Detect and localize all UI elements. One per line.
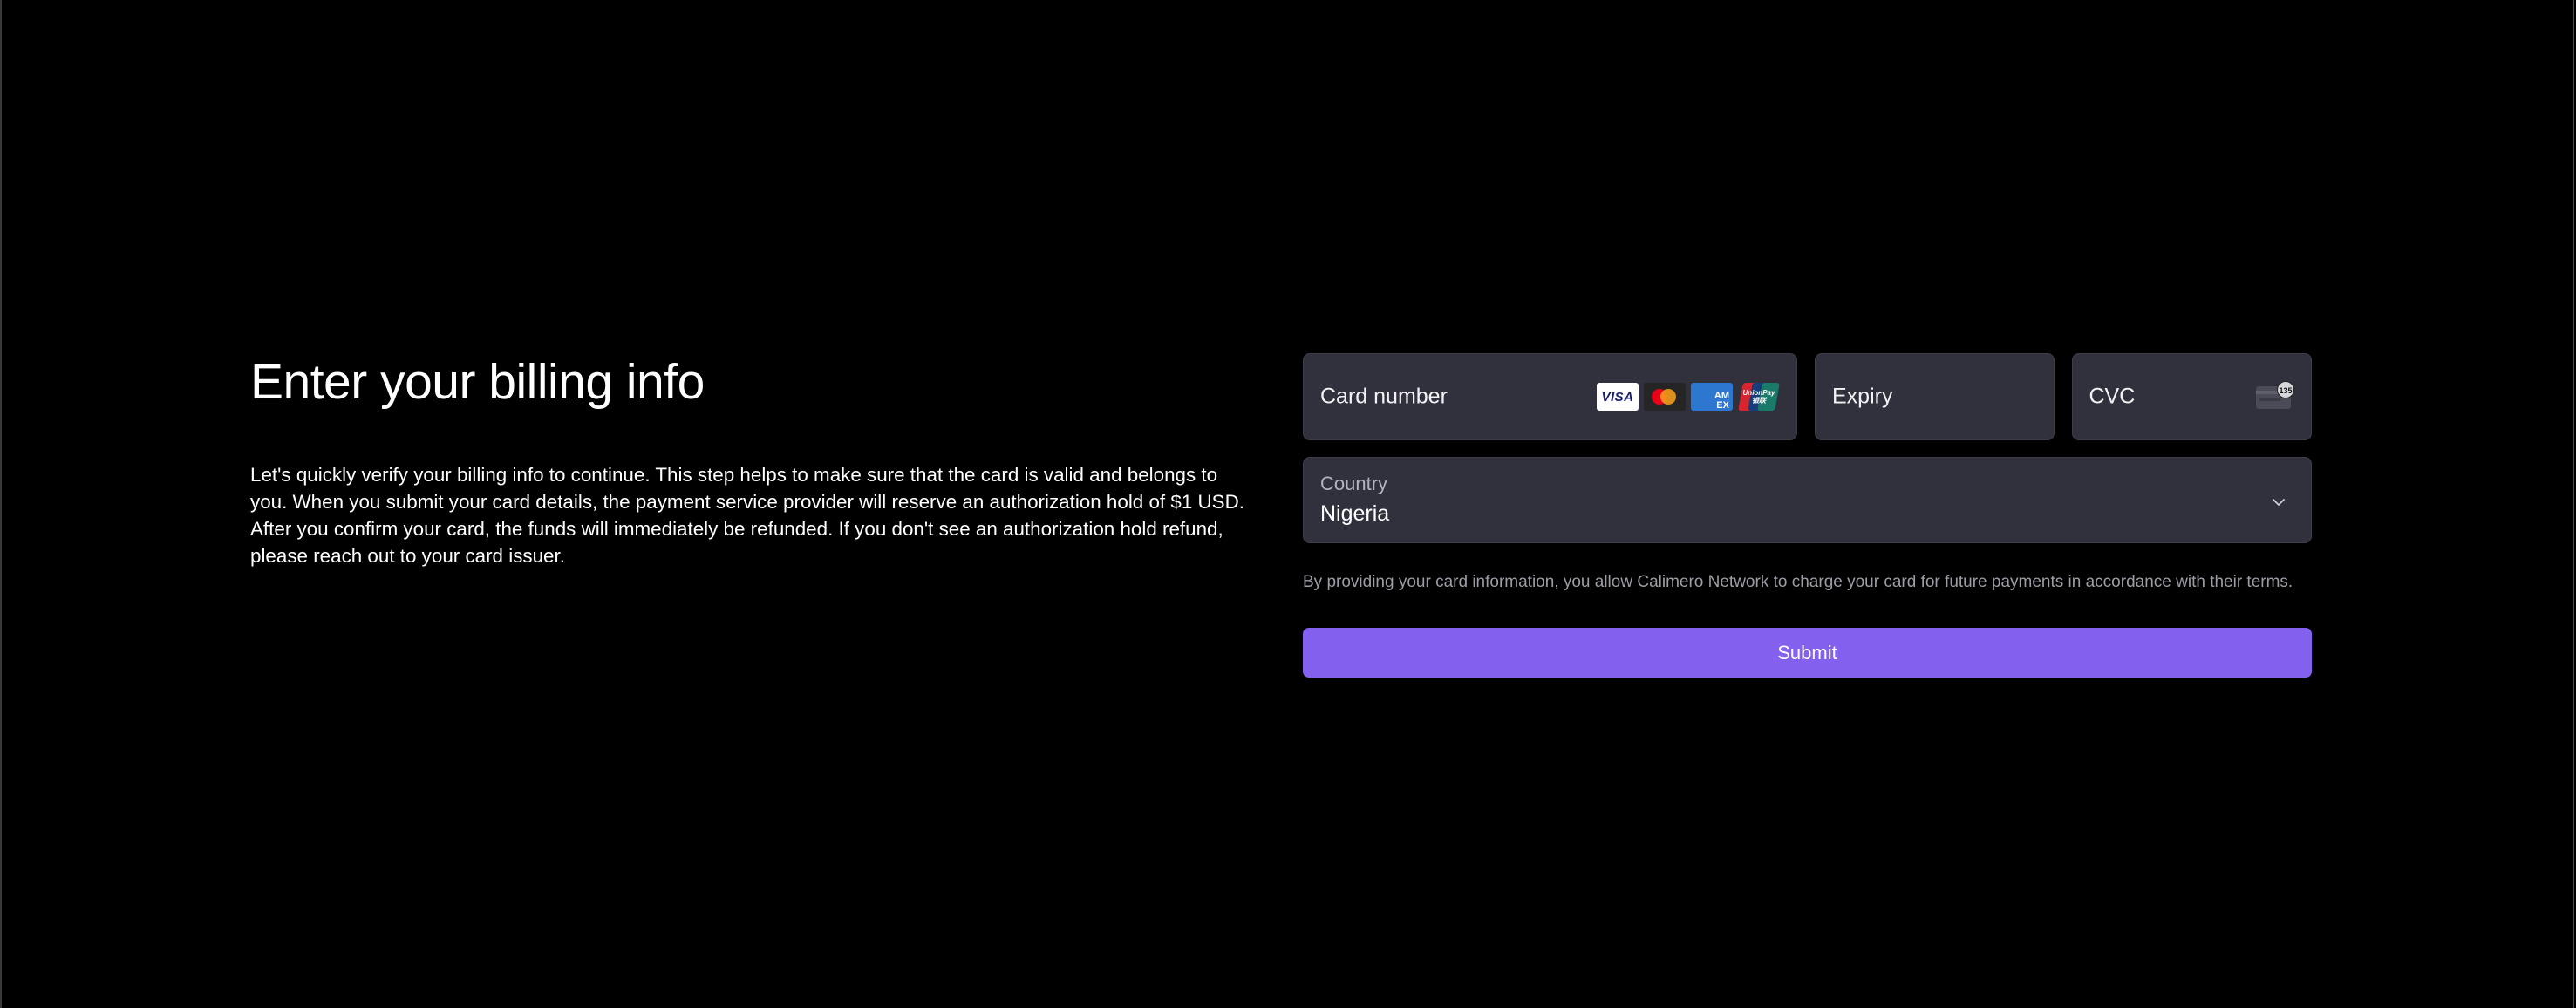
expiry-input[interactable] [1815, 354, 2054, 439]
cvc-field[interactable]: CVC 135 [2071, 353, 2312, 440]
cvc-badge: 135 [2277, 381, 2294, 398]
cvc-card-icon: 135 [2256, 381, 2294, 412]
card-number-field[interactable]: Card number VISA AM EX UnionPay 银联 [1303, 353, 1797, 440]
chevron-down-icon[interactable] [2273, 496, 2285, 508]
country-select[interactable]: Country Nigeria [1303, 457, 2312, 543]
unionpay-label-bottom: 银联 [1751, 397, 1766, 405]
card-details-row: Card number VISA AM EX UnionPay 银联 Expir… [1303, 353, 2312, 440]
visa-label: VISA [1601, 389, 1634, 405]
window-edge-left [0, 0, 2, 1008]
visa-icon: VISA [1596, 383, 1639, 411]
amex-label-bottom: EX [1716, 400, 1729, 411]
amex-icon: AM EX [1690, 383, 1733, 411]
terms-notice: By providing your card information, you … [1303, 573, 2293, 591]
country-value: Nigeria [1320, 501, 1390, 526]
country-label: Country [1320, 473, 1388, 494]
billing-description: Let's quickly verify your billing info t… [250, 464, 1244, 567]
unionpay-label-top: UnionPay [1742, 389, 1775, 397]
window-edge-right [2573, 0, 2574, 1008]
billing-intro: Enter your billing info Let's quickly ve… [250, 349, 1253, 569]
expiry-field[interactable]: Expiry [1814, 353, 2055, 440]
page-title: Enter your billing info [250, 354, 705, 410]
submit-button[interactable]: Submit [1303, 628, 2312, 678]
mastercard-icon [1643, 383, 1686, 411]
billing-form: Card number VISA AM EX UnionPay 银联 Expir… [1303, 353, 2312, 678]
unionpay-icon: UnionPay 银联 [1738, 383, 1780, 411]
card-brand-icons: VISA AM EX UnionPay 银联 [1596, 383, 1780, 411]
